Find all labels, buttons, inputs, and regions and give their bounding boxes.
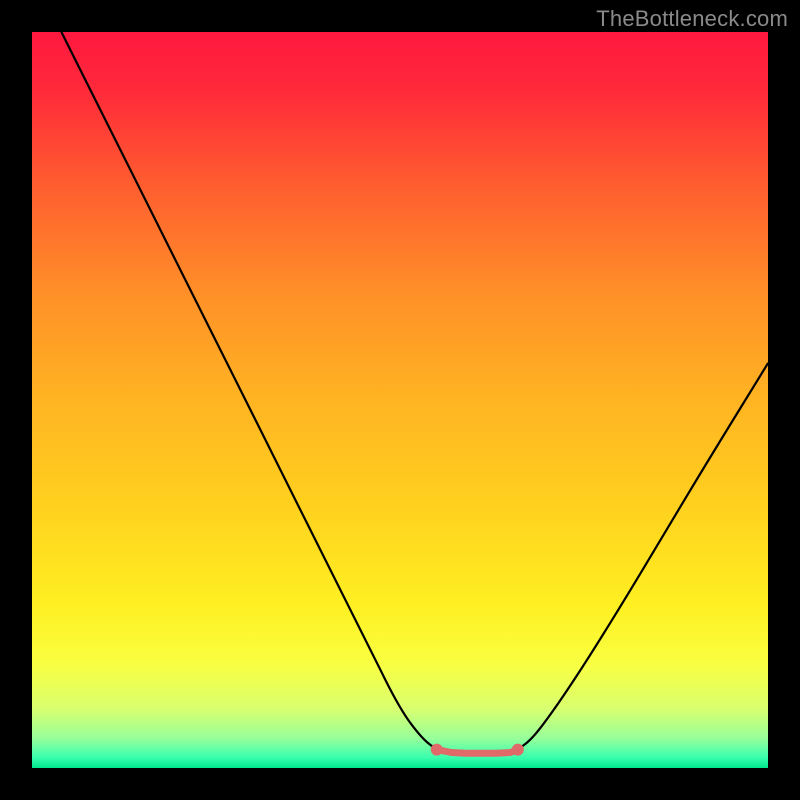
watermark-label: TheBottleneck.com <box>596 6 788 32</box>
curve-layer <box>32 32 768 768</box>
valley-marker-dot <box>431 744 443 756</box>
curve-right-branch <box>518 363 768 749</box>
plot-area <box>32 32 768 768</box>
valley-marker-dot <box>512 744 524 756</box>
valley-floor-line <box>437 750 518 754</box>
chart-frame: TheBottleneck.com <box>0 0 800 800</box>
curve-left-branch <box>61 32 436 750</box>
